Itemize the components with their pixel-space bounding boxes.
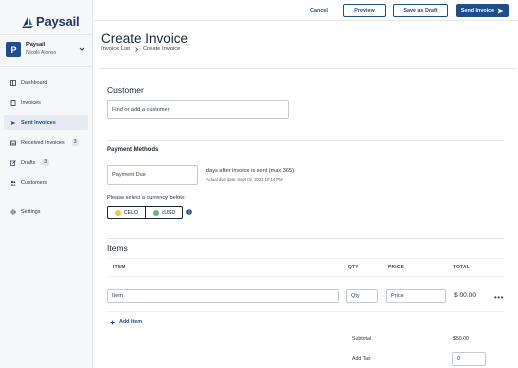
section-divider: [107, 238, 504, 239]
sidebar-item-settings[interactable]: Settings: [4, 204, 88, 219]
items-row-rule: [107, 311, 504, 312]
item-name-input[interactable]: Item: [107, 289, 339, 303]
qty-placeholder: Qty: [351, 293, 360, 299]
account-user: Nicole Alonso: [26, 50, 57, 56]
breadcrumb-invoice-list[interactable]: Invoice List: [101, 46, 130, 52]
sidebar-item-invoices[interactable]: Invoices: [4, 95, 88, 110]
sidebar-item-label: Drafts: [21, 159, 36, 166]
cancel-label: Cancel: [310, 7, 328, 14]
currency-option-cusd[interactable]: cUSD: [145, 207, 182, 218]
cancel-button[interactable]: Cancel: [303, 4, 335, 17]
count-badge: 3: [42, 159, 50, 166]
item-placeholder: Item: [112, 293, 123, 299]
customer-search-input[interactable]: Find or add a customer: [107, 100, 289, 119]
sidebar-item-label: Customers: [21, 179, 48, 186]
breadcrumb: Invoice List Create Invoice: [101, 46, 180, 52]
more-options-icon[interactable]: •••: [494, 293, 504, 302]
column-header-item: ITEM: [113, 265, 126, 270]
save-draft-button[interactable]: Save as Draft: [393, 4, 448, 17]
breadcrumb-create-invoice: Create Invoice: [143, 46, 181, 52]
sidebar-item-label: Sent Invoices: [21, 119, 56, 126]
document-icon: [10, 99, 16, 106]
dashboard-icon: [10, 79, 16, 86]
currency-prompt: Please select a currency below:: [107, 195, 186, 201]
payment-due-input[interactable]: Payment Due: [107, 165, 198, 185]
currency-selector: CELO cUSD: [107, 206, 183, 219]
edit-icon: [10, 159, 16, 166]
plus-icon: [110, 320, 115, 324]
tax-input[interactable]: 0: [452, 352, 486, 366]
sail-logo-icon: [22, 16, 33, 28]
cusd-coin-icon: [152, 209, 159, 216]
avatar: P: [6, 42, 21, 57]
sidebar-item-customers[interactable]: Customers: [4, 175, 88, 190]
item-qty-input[interactable]: Qty: [346, 289, 378, 303]
users-icon: [10, 180, 16, 185]
send-invoice-button[interactable]: Send Invoice: [456, 4, 509, 17]
brand-name: Paysail: [36, 14, 80, 29]
gear-icon: [10, 208, 16, 215]
price-placeholder: Price: [391, 293, 404, 299]
subtotal-value: $50.00: [453, 336, 469, 342]
add-item-button[interactable]: Add item: [110, 319, 142, 325]
column-header-total: TOTAL: [453, 265, 471, 270]
account-switcher[interactable]: P Paysail Nicole Alonso: [0, 34, 93, 67]
inbox-icon: [10, 140, 16, 145]
add-item-label: Add item: [119, 319, 143, 325]
item-price-input[interactable]: Price: [386, 289, 446, 303]
preview-button[interactable]: Preview: [343, 4, 386, 17]
account-name: Paysail: [26, 42, 46, 48]
items-header-top-rule: [107, 258, 504, 259]
customer-search-placeholder: Find or add a customer: [112, 106, 170, 113]
payment-methods-heading: Payment Methods: [107, 147, 159, 153]
send-icon: [497, 8, 504, 13]
page-title: Create Invoice: [101, 31, 189, 46]
sidebar-item-sent-invoices[interactable]: Sent Invoices: [4, 115, 88, 130]
sidebar-item-label: Dashboard: [21, 79, 48, 86]
celo-coin-icon: [114, 209, 121, 216]
currency-option-celo[interactable]: CELO: [108, 207, 145, 218]
column-header-qty: QTY: [348, 265, 359, 270]
send-invoice-label: Send Invoice: [460, 7, 495, 14]
currency-label: cUSD: [161, 209, 176, 216]
send-icon: [10, 120, 16, 125]
actual-due-date: Actual due date: Sept 02, 2021 10:14 PM: [206, 177, 283, 182]
save-draft-label: Save as Draft: [403, 7, 438, 14]
subtotal-label: Subtotal: [352, 336, 372, 342]
customer-heading: Customer: [107, 85, 144, 95]
add-tax-label: Add Tax: [352, 356, 371, 362]
item-total: $ 00.00: [454, 292, 476, 299]
sidebar-item-label: Invoices: [21, 99, 41, 106]
currency-label: CELO: [123, 209, 139, 216]
items-heading: Items: [107, 243, 128, 253]
column-header-price: PRICE: [388, 265, 405, 270]
chevron-down-icon: [79, 47, 85, 51]
payment-due-placeholder: Payment Due: [112, 172, 146, 178]
top-toolbar: Cancel Preview Save as Draft Send Invoic…: [93, 0, 518, 21]
brand-logo[interactable]: Paysail: [22, 14, 80, 29]
sidebar-item-dashboard[interactable]: Dashboard: [4, 75, 88, 90]
preview-label: Preview: [354, 7, 375, 14]
sidebar-item-received-invoices[interactable]: Received Invoices 3: [4, 135, 88, 150]
payment-due-hint: days after invoice is sent (max.365): [206, 168, 294, 174]
sidebar-item-drafts[interactable]: Drafts 3: [4, 155, 88, 170]
sidebar-item-label: Settings: [21, 208, 41, 215]
count-badge: 3: [71, 139, 79, 146]
app-root: Paysail P Paysail Nicole Alonso Dashboar…: [0, 0, 518, 368]
section-divider: [107, 140, 504, 141]
sidebar-item-label: Received Invoices: [21, 139, 65, 146]
items-header-bottom-rule: [107, 276, 504, 277]
tax-value: 0: [457, 356, 461, 362]
chevron-right-icon: [135, 46, 139, 52]
info-icon[interactable]: [186, 209, 192, 215]
sidebar: Paysail P Paysail Nicole Alonso Dashboar…: [0, 0, 93, 368]
